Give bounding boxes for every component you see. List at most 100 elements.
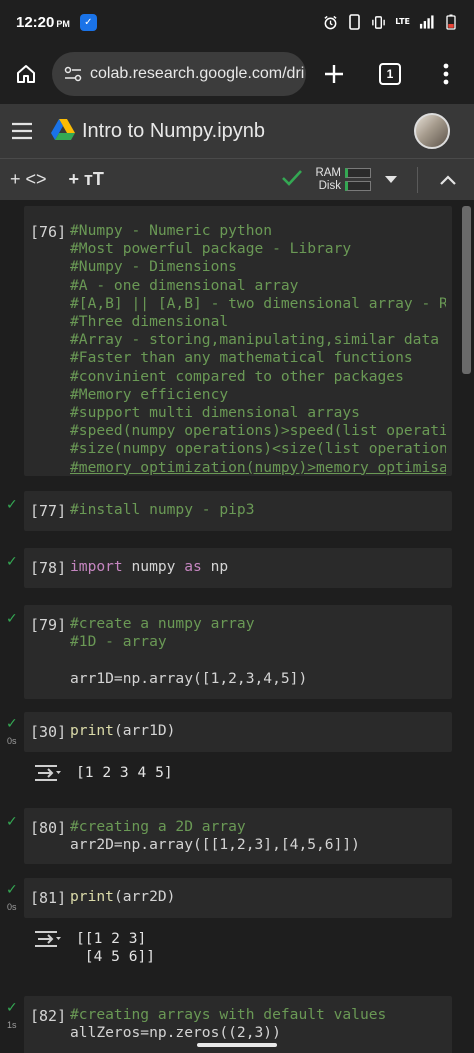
code-line: #Numpy - Dimensions bbox=[70, 258, 237, 276]
code-line: #creating a 2D array bbox=[70, 818, 246, 835]
execution-count: [80] bbox=[30, 819, 67, 837]
code-function: print bbox=[70, 722, 114, 739]
execution-count: [82] bbox=[30, 1007, 67, 1025]
hamburger-icon bbox=[12, 122, 32, 140]
code-text: np bbox=[201, 558, 229, 575]
code-cell[interactable]: ✓ [77] #install numpy - pip3 bbox=[6, 491, 452, 531]
notebook-body: [76] #Numpy - Numeric python #Most power… bbox=[0, 200, 474, 1053]
execution-count: [77] bbox=[30, 502, 67, 520]
code-editor[interactable]: print(arr1D) bbox=[70, 722, 446, 740]
connected-check-icon bbox=[281, 169, 303, 191]
code-line: #Numpy - Numeric python bbox=[70, 222, 273, 239]
menu-button[interactable] bbox=[0, 122, 44, 140]
code-line: #size(numpy operations)<size(list operat… bbox=[70, 440, 446, 458]
code-cell[interactable]: ✓ 0s [30] print(arr1D) bbox=[6, 712, 452, 752]
code-line: #[A,B] || [A,B] - two dimensional array … bbox=[70, 294, 446, 312]
run-time: 1s bbox=[7, 1020, 17, 1030]
chevron-up-icon bbox=[440, 174, 456, 185]
code-text: numpy bbox=[122, 558, 185, 575]
new-tab-button[interactable] bbox=[306, 63, 362, 85]
collapse-header-button[interactable] bbox=[428, 174, 468, 185]
execution-count: [81] bbox=[30, 889, 67, 907]
code-line: #speed(numpy operations)>speed(list oper… bbox=[70, 422, 446, 440]
code-line: #create a numpy array bbox=[70, 615, 255, 632]
code-line: #Array - storing,manipulating,similar da… bbox=[70, 331, 440, 349]
code-line: #Most powerful package - Library bbox=[70, 240, 352, 258]
execution-count: [30] bbox=[30, 723, 67, 741]
add-text-label: + ᴛT bbox=[68, 169, 104, 189]
url-text: colab.research.google.com/dri bbox=[90, 65, 305, 82]
tab-count: 1 bbox=[379, 63, 401, 85]
browser-toolbar: colab.research.google.com/dri 1 bbox=[0, 44, 474, 104]
output-actions-icon[interactable] bbox=[34, 930, 62, 952]
code-line: #convinient compared to other packages bbox=[70, 367, 404, 385]
cell-output: [1 2 3 4 5] bbox=[76, 764, 173, 781]
battery-icon bbox=[443, 14, 458, 30]
code-cell[interactable]: [76] #Numpy - Numeric python #Most power… bbox=[24, 206, 452, 476]
ram-label: RAM bbox=[315, 167, 341, 179]
notebook-title[interactable]: Intro to Numpy.ipynb bbox=[82, 120, 265, 143]
status-time: 12:20 PM bbox=[16, 13, 70, 31]
notebook-toolbar: + <> + ᴛT RAM Disk bbox=[0, 158, 474, 200]
code-line: arr2D=np.array([[1,2,3],[4,5,6]]) bbox=[70, 836, 360, 854]
code-line: allZeros=np.zeros((2,3)) bbox=[70, 1024, 281, 1042]
address-bar[interactable]: colab.research.google.com/dri bbox=[52, 52, 306, 96]
code-line: #Three dimensional bbox=[70, 313, 229, 331]
tab-switcher-button[interactable]: 1 bbox=[362, 63, 418, 85]
signal-icon bbox=[419, 15, 434, 30]
drive-icon bbox=[50, 118, 76, 144]
code-editor[interactable]: #install numpy - pip3 bbox=[70, 501, 446, 519]
plus-icon bbox=[325, 65, 343, 83]
output-actions-icon[interactable] bbox=[34, 764, 62, 786]
site-settings-icon[interactable] bbox=[64, 66, 82, 82]
code-line: #A - one dimensional array bbox=[70, 276, 299, 294]
execution-count: [78] bbox=[30, 559, 67, 577]
add-code-label: + <> bbox=[10, 169, 47, 189]
caret-down-icon bbox=[385, 175, 397, 183]
code-cell[interactable]: ✓ [79] #create a numpy array #1D - array… bbox=[6, 605, 452, 699]
run-success-icon: ✓ bbox=[6, 611, 18, 627]
disk-label: Disk bbox=[318, 180, 341, 192]
home-icon bbox=[17, 65, 35, 83]
code-editor[interactable]: #Numpy - Numeric python #Most powerful p… bbox=[70, 222, 446, 477]
execution-count: [76] bbox=[30, 223, 67, 241]
colab-header: Intro to Numpy.ipynb bbox=[0, 104, 474, 158]
code-editor[interactable]: #create a numpy array #1D - array arr1D=… bbox=[70, 615, 446, 688]
code-line: #support multi dimensional arrays bbox=[70, 404, 360, 422]
alarm-icon bbox=[323, 15, 338, 30]
code-text: (arr1D) bbox=[113, 722, 176, 739]
home-button[interactable] bbox=[0, 48, 52, 100]
cell-output: [[1 2 3] [4 5 6]] bbox=[76, 930, 156, 966]
resource-monitor[interactable]: RAM Disk bbox=[315, 167, 371, 192]
code-cell[interactable]: ✓ [78] import numpy as np bbox=[6, 548, 452, 588]
status-bar: 12:20 PM ✓ LTE bbox=[0, 0, 474, 44]
code-editor[interactable]: #creating arrays with default values all… bbox=[70, 1006, 446, 1042]
code-cell[interactable]: ✓ [80] #creating a 2D array arr2D=np.arr… bbox=[6, 808, 452, 864]
add-text-button[interactable]: + ᴛT bbox=[69, 169, 104, 190]
run-time: 0s bbox=[7, 736, 17, 746]
scrollbar[interactable] bbox=[462, 206, 471, 374]
network-label: LTE bbox=[395, 17, 410, 26]
code-line: #install numpy - pip3 bbox=[70, 501, 255, 518]
add-code-button[interactable]: + <> bbox=[10, 169, 47, 190]
code-line: #Memory efficiency bbox=[70, 385, 229, 403]
code-cell[interactable]: ✓ 0s [81] print(arr2D) bbox=[6, 878, 452, 918]
code-editor[interactable]: import numpy as np bbox=[70, 558, 446, 576]
gesture-navigation-bar[interactable] bbox=[197, 1043, 277, 1047]
code-text: (arr2D) bbox=[113, 888, 176, 905]
run-success-icon: ✓ bbox=[6, 814, 18, 830]
code-line: #Faster than any mathematical functions bbox=[70, 349, 413, 367]
code-editor[interactable]: #creating a 2D array arr2D=np.array([[1,… bbox=[70, 818, 446, 854]
run-success-icon: ✓ bbox=[6, 1000, 18, 1016]
shield-icon: ✓ bbox=[79, 13, 97, 31]
code-editor[interactable]: print(arr2D) bbox=[70, 888, 446, 906]
code-line: #creating arrays with default values bbox=[70, 1006, 387, 1023]
disk-bar bbox=[345, 181, 371, 191]
code-keyword: as bbox=[184, 558, 202, 575]
code-keyword: import bbox=[70, 558, 123, 575]
browser-menu-button[interactable] bbox=[418, 63, 474, 85]
code-line: #memory optimization(numpy)>memory optim… bbox=[70, 458, 446, 476]
runtime-dropdown[interactable] bbox=[375, 175, 407, 184]
phone-icon bbox=[347, 14, 362, 30]
avatar[interactable] bbox=[414, 113, 450, 149]
